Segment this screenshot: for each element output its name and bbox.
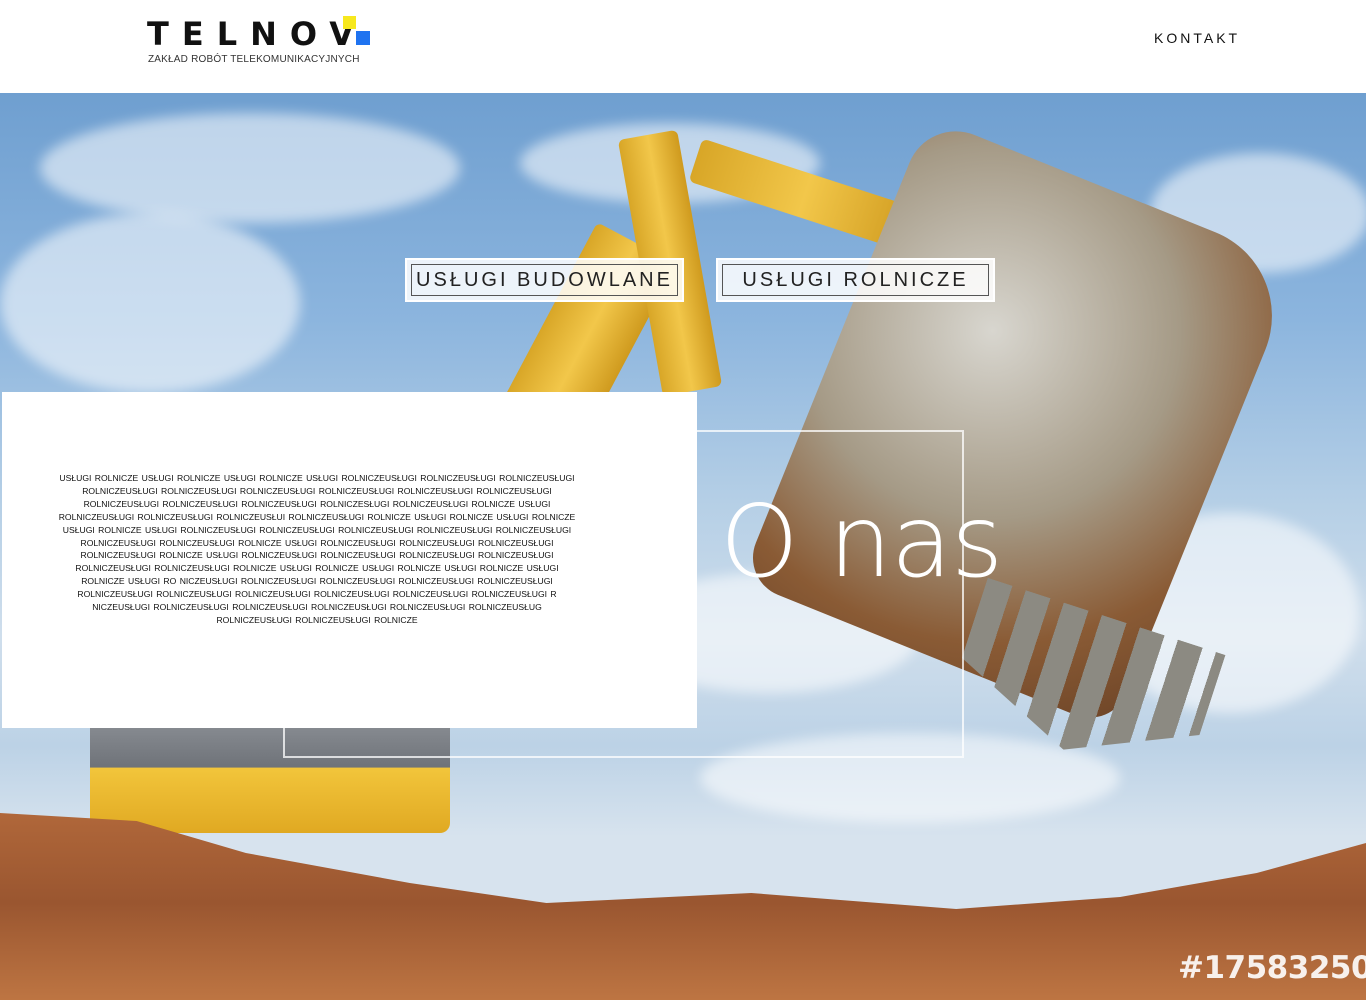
- uslugi-rolnicze-button[interactable]: USŁUGI ROLNICZE: [716, 258, 995, 302]
- button-inner-border: [722, 264, 989, 296]
- hero-section: USŁUGI BUDOWLANE USŁUGI ROLNICZE O nas U…: [0, 93, 1366, 1000]
- about-heading: O nas: [720, 483, 1003, 600]
- uslugi-budowlane-button[interactable]: USŁUGI BUDOWLANE: [405, 258, 684, 302]
- about-panel-text: USŁUGI ROLNICZE USŁUGI ROLNICZE USŁUGI R…: [58, 473, 576, 625]
- logo-tagline: ZAKŁAD ROBÓT TELEKOMUNIKACYJNYCH: [148, 54, 360, 65]
- site-header: TELNOV ZAKŁAD ROBÓT TELEKOMUNIKACYJNYCH …: [0, 0, 1366, 93]
- stock-watermark: #17583250: [1178, 950, 1366, 986]
- logo-wordmark: TELNOV: [147, 15, 367, 53]
- logo[interactable]: TELNOV ZAKŁAD ROBÓT TELEKOMUNIKACYJNYCH: [147, 15, 370, 65]
- button-inner-border: [411, 264, 678, 296]
- logo-yellow-square-icon: [343, 16, 356, 29]
- about-panel: USŁUGI ROLNICZE USŁUGI ROLNICZE USŁUGI R…: [2, 392, 697, 728]
- nav-contact-link[interactable]: KONTAKT: [1154, 30, 1240, 46]
- logo-blue-square-icon: [356, 31, 370, 45]
